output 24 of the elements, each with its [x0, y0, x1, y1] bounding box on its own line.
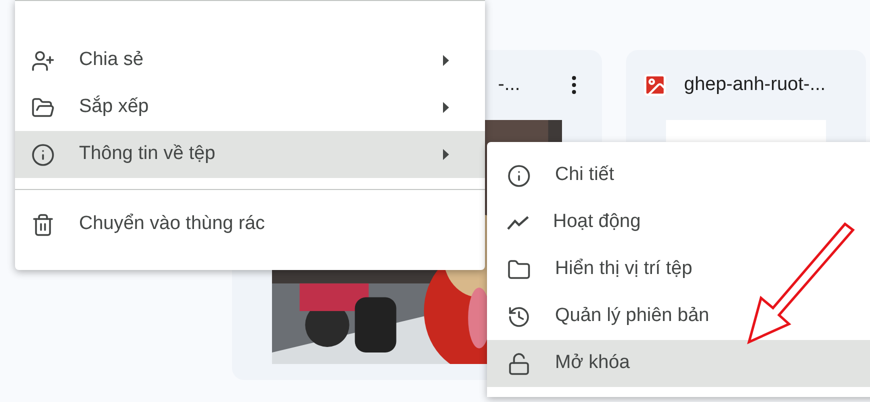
image-file-icon — [642, 72, 668, 98]
menu-item[interactable]: Thông tin về tệp — [15, 131, 485, 178]
menu-item[interactable]: Hiển thị vị trí tệp — [487, 246, 870, 293]
menu-item[interactable]: Chi tiết — [487, 152, 870, 199]
menu-item[interactable]: Mở khóa — [487, 340, 870, 387]
folder-icon — [507, 258, 531, 282]
submenu-arrow-icon — [443, 149, 449, 160]
menu-item[interactable]: Quản lý phiên bản — [487, 293, 870, 340]
menu-item[interactable]: Sắp xếp — [15, 84, 485, 131]
trash-icon — [31, 212, 55, 236]
file-name: -... — [498, 72, 520, 97]
folder-icon — [31, 96, 55, 120]
info-icon — [507, 164, 531, 188]
trend-icon — [507, 216, 529, 230]
submenu-arrow-icon — [443, 55, 449, 66]
menu-item[interactable]: Chuyển vào thùng rác — [15, 201, 485, 248]
file-name: ghep-anh-ruot-... — [684, 72, 826, 97]
person-add-icon — [31, 48, 55, 72]
history-icon — [507, 304, 531, 328]
menu-item[interactable]: Hoạt động — [487, 199, 870, 246]
menu-item[interactable]: Chia sẻ — [15, 37, 485, 84]
info-icon — [31, 142, 55, 166]
submenu-arrow-icon — [443, 102, 449, 113]
unlock-icon — [507, 352, 531, 376]
